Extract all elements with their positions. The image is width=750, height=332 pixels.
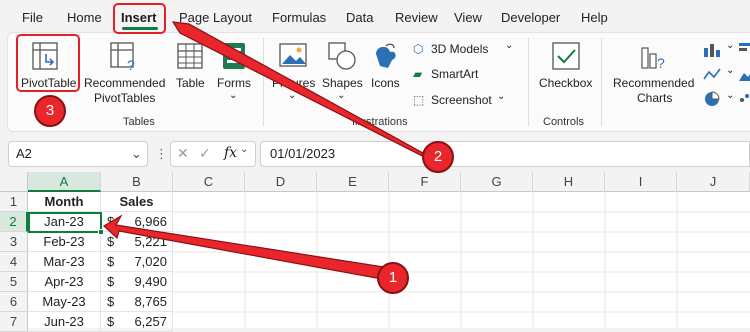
step-2-badge: 2 bbox=[422, 141, 454, 173]
step-3-badge: 3 bbox=[34, 95, 66, 127]
annotation-arrows bbox=[102, 21, 435, 280]
step-1-badge: 1 bbox=[377, 262, 409, 294]
